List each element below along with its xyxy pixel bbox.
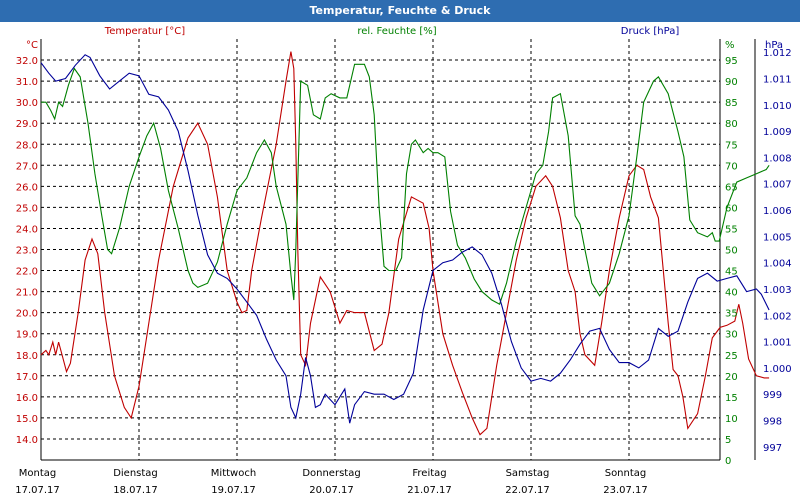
tick-label-humidity: 80 bbox=[725, 119, 738, 130]
tick-label-pressure: 1.007 bbox=[763, 180, 792, 191]
tick-label-temperature: 25.0 bbox=[16, 203, 38, 214]
tick-label-pressure: 1.001 bbox=[763, 338, 792, 349]
axis-title-humidity: rel. Feuchte [%] bbox=[357, 26, 436, 37]
tick-label-pressure: 1.004 bbox=[763, 259, 792, 270]
tick-label-temperature: 22.0 bbox=[16, 267, 38, 278]
series-lines bbox=[40, 51, 770, 436]
tick-label-humidity: 10 bbox=[725, 414, 738, 425]
tick-label-temperature: 18.0 bbox=[16, 351, 38, 362]
tick-label-temperature: 24.0 bbox=[16, 224, 38, 235]
tick-label-temperature: 15.0 bbox=[16, 414, 38, 425]
tick-label-temperature: 19.0 bbox=[16, 330, 38, 341]
tick-label-pressure: 1.002 bbox=[763, 311, 792, 322]
tick-label-humidity: 85 bbox=[725, 98, 738, 109]
x-tick-date: 22.07.17 bbox=[505, 485, 550, 496]
tick-label-temperature: 28.0 bbox=[16, 140, 38, 151]
tick-label-pressure: 1.003 bbox=[763, 285, 792, 296]
x-tick-date: 21.07.17 bbox=[407, 485, 452, 496]
series-line-humidity bbox=[41, 63, 770, 305]
tick-label-humidity: 20 bbox=[725, 372, 738, 383]
tick-label-humidity: 5 bbox=[725, 435, 731, 446]
tick-label-temperature: 21.0 bbox=[16, 288, 38, 299]
tick-label-humidity: 60 bbox=[725, 203, 738, 214]
tick-label-pressure: 999 bbox=[763, 390, 782, 401]
tick-label-temperature: 20.0 bbox=[16, 309, 38, 320]
tick-label-temperature: 14.0 bbox=[16, 435, 38, 446]
tick-label-pressure: 1.010 bbox=[763, 101, 792, 112]
tick-label-temperature: 32.0 bbox=[16, 56, 38, 67]
tick-label-pressure: 1.008 bbox=[763, 153, 792, 164]
x-tick-day: Mittwoch bbox=[211, 468, 256, 479]
tick-label-humidity: 95 bbox=[725, 56, 738, 67]
chart-window: Temperatur, Feuchte & Druck 14.0 15.0 16.0… bbox=[0, 0, 800, 500]
x-tick-day: Freitag bbox=[412, 468, 446, 479]
x-tick-day: Dienstag bbox=[113, 468, 158, 479]
window-title: Temperatur, Feuchte & Druck bbox=[0, 0, 800, 22]
x-tick-day: Montag bbox=[19, 468, 56, 479]
tick-label-temperature: 27.0 bbox=[16, 161, 38, 172]
unit-label-pressure: hPa bbox=[765, 40, 783, 51]
tick-label-temperature: 29.0 bbox=[16, 119, 38, 130]
tick-label-humidity: 90 bbox=[725, 77, 738, 88]
x-tick-day: Samstag bbox=[506, 468, 550, 479]
tick-label-humidity: 35 bbox=[725, 309, 738, 320]
tick-label-pressure: 1.005 bbox=[763, 232, 792, 243]
tick-label-humidity: 25 bbox=[725, 351, 738, 362]
tick-label-humidity: 40 bbox=[725, 288, 738, 299]
axis-labels: 14.0 15.0 16.0 17.0 18.0 19.0 20.0 21.0 22.0 23.0… bbox=[15, 26, 791, 496]
tick-label-humidity: 15 bbox=[725, 393, 738, 404]
tick-label-humidity: 75 bbox=[725, 140, 738, 151]
chart-canvas: 14.0 15.0 16.0 17.0 18.0 19.0 20.0 21.0 22.0 23.0… bbox=[15, 26, 791, 496]
tick-label-humidity: 70 bbox=[725, 161, 738, 172]
tick-label-temperature: 30.0 bbox=[16, 98, 38, 109]
tick-label-temperature: 31.0 bbox=[16, 77, 38, 88]
axis-title-temperature: Temperatur [°C] bbox=[104, 26, 185, 37]
x-tick-day: Sonntag bbox=[605, 468, 647, 479]
x-tick-date: 18.07.17 bbox=[113, 485, 158, 496]
tick-label-temperature: 16.0 bbox=[16, 393, 38, 404]
tick-label-temperature: 17.0 bbox=[16, 372, 38, 383]
axis-title-pressure: Druck [hPa] bbox=[621, 26, 680, 37]
tick-label-humidity: 0 bbox=[725, 456, 731, 467]
unit-label-temperature: °C bbox=[26, 40, 38, 51]
x-tick-date: 17.07.17 bbox=[15, 485, 60, 496]
x-tick-date: 20.07.17 bbox=[309, 485, 354, 496]
tick-label-pressure: 997 bbox=[763, 443, 782, 454]
tick-label-pressure: 1.000 bbox=[763, 364, 792, 375]
x-tick-date: 19.07.17 bbox=[211, 485, 256, 496]
tick-label-humidity: 55 bbox=[725, 224, 738, 235]
series-line-temperature bbox=[40, 51, 770, 436]
tick-label-humidity: 65 bbox=[725, 182, 738, 193]
tick-label-humidity: 45 bbox=[725, 267, 738, 278]
tick-label-humidity: 50 bbox=[725, 246, 738, 257]
x-tick-day: Donnerstag bbox=[302, 468, 360, 479]
tick-label-pressure: 1.006 bbox=[763, 206, 792, 217]
x-tick-date: 23.07.17 bbox=[603, 485, 648, 496]
tick-label-pressure: 1.011 bbox=[763, 74, 792, 85]
tick-label-humidity: 30 bbox=[725, 330, 738, 341]
tick-label-pressure: 998 bbox=[763, 417, 782, 428]
unit-label-humidity: % bbox=[725, 40, 735, 51]
tick-label-temperature: 23.0 bbox=[16, 246, 38, 257]
grid bbox=[41, 39, 720, 460]
tick-label-temperature: 26.0 bbox=[16, 182, 38, 193]
tick-label-pressure: 1.009 bbox=[763, 127, 792, 138]
